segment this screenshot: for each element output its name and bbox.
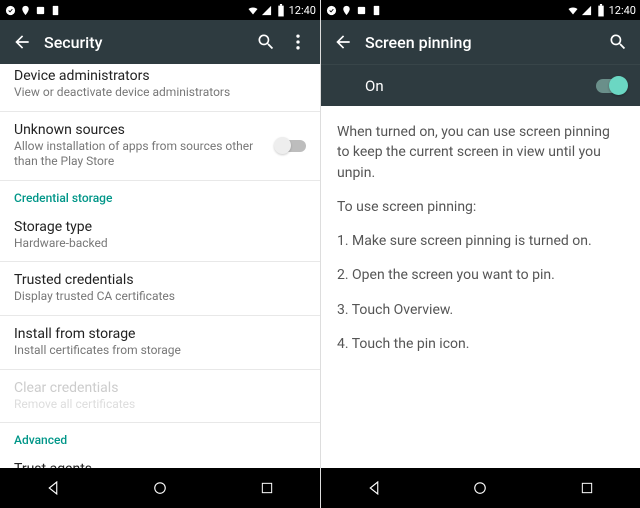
info-paragraph: To use screen pinning: [337, 197, 624, 217]
overflow-button[interactable] [282, 20, 314, 64]
toggle-row[interactable]: On [321, 64, 640, 106]
status-time: 12:40 [289, 4, 316, 17]
app-bar-title: Screen pinning [359, 33, 602, 52]
signal-icon [581, 4, 593, 16]
back-button[interactable] [327, 20, 359, 64]
info-body: When turned on, you can use screen pinni… [321, 106, 640, 468]
app-bar: Screen pinning [321, 20, 640, 64]
item-install-from-storage[interactable]: Install from storage Install certificate… [0, 316, 320, 370]
nav-overview-button[interactable] [247, 468, 287, 508]
app-bar-title: Security [38, 33, 250, 52]
info-step: 3. Touch Overview. [337, 300, 624, 320]
status-time: 12:40 [609, 4, 636, 17]
info-step: 2. Open the screen you want to pin. [337, 265, 624, 285]
status-icon [325, 4, 337, 16]
app-bar: Security [0, 20, 320, 64]
wifi-icon [567, 4, 579, 16]
item-trusted-credentials[interactable]: Trusted credentials Display trusted CA c… [0, 262, 320, 316]
status-bar: 12:40 [0, 0, 320, 20]
nav-overview-button[interactable] [567, 468, 607, 508]
status-icon [34, 4, 46, 16]
item-trust-agents[interactable]: Trust agents View or deactivate trust ag… [0, 451, 320, 468]
nav-back-button[interactable] [33, 468, 73, 508]
search-button[interactable] [250, 20, 282, 64]
settings-list: Device administrators View or deactivate… [0, 64, 320, 468]
item-unknown-sources[interactable]: Unknown sources Allow installation of ap… [0, 112, 320, 181]
toggle-label: On [335, 77, 596, 95]
nav-home-button[interactable] [460, 468, 500, 508]
item-device-administrators[interactable]: Device administrators View or deactivate… [0, 64, 320, 112]
status-icon [49, 4, 61, 16]
screen-security: 12:40 Security Device administrators Vie… [0, 0, 320, 508]
signal-icon [261, 4, 273, 16]
screen-screen-pinning: 12:40 Screen pinning On When turned on, … [320, 0, 640, 508]
screen-pinning-toggle[interactable] [596, 79, 626, 93]
location-icon [19, 4, 31, 16]
info-paragraph: When turned on, you can use screen pinni… [337, 122, 624, 183]
battery-icon [595, 4, 607, 16]
location-icon [340, 4, 352, 16]
status-icon [4, 4, 16, 16]
search-button[interactable] [602, 20, 634, 64]
item-clear-credentials: Clear credentials Remove all certificate… [0, 370, 320, 424]
wifi-icon [247, 4, 259, 16]
status-icon [370, 4, 382, 16]
section-advanced: Advanced [0, 423, 320, 451]
back-button[interactable] [6, 20, 38, 64]
nav-home-button[interactable] [140, 468, 180, 508]
item-storage-type[interactable]: Storage type Hardware-backed [0, 209, 320, 263]
unknown-sources-toggle[interactable] [276, 140, 306, 152]
status-icon [355, 4, 367, 16]
info-step: 1. Make sure screen pinning is turned on… [337, 231, 624, 251]
battery-icon [275, 4, 287, 16]
nav-bar [321, 468, 640, 508]
section-credential-storage: Credential storage [0, 181, 320, 209]
nav-bar [0, 468, 320, 508]
info-step: 4. Touch the pin icon. [337, 334, 624, 354]
status-bar: 12:40 [321, 0, 640, 20]
nav-back-button[interactable] [354, 468, 394, 508]
